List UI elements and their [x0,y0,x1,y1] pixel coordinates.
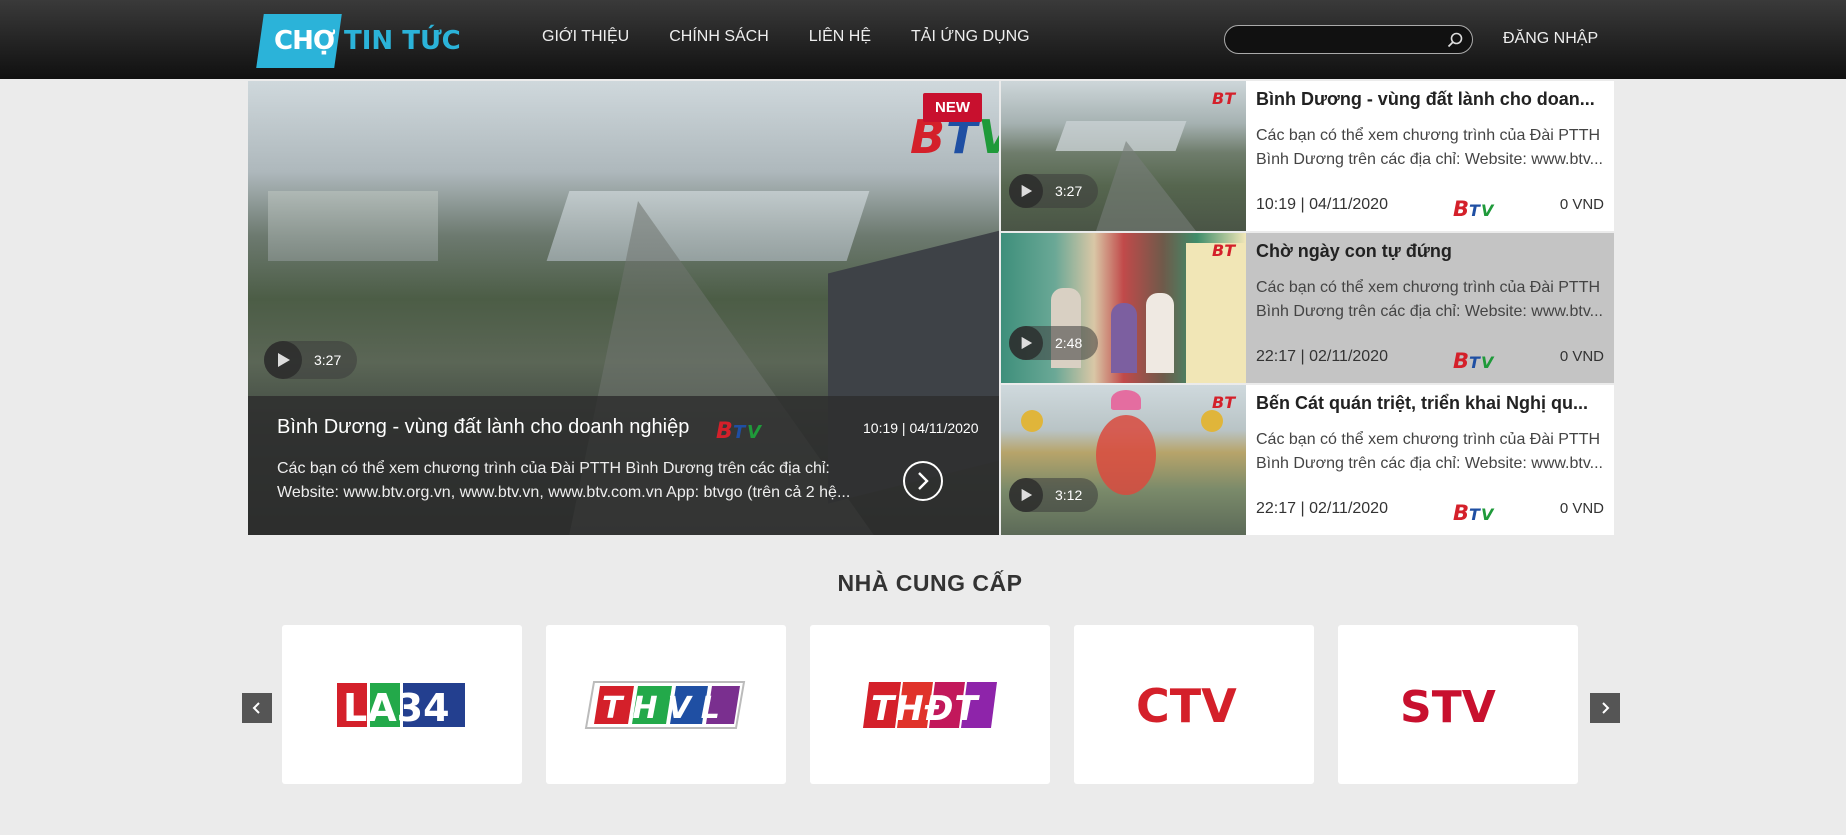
play-icon[interactable] [1009,174,1043,208]
la34-logo: LA34 [337,682,465,729]
svg-text:V: V [747,422,763,442]
nav-chinh-sach[interactable]: CHÍNH SÁCH [669,28,769,46]
thdt-logo: THĐT [862,681,997,729]
video-duration: 3:12 [1055,487,1083,503]
svg-text:V: V [1481,353,1495,372]
svg-text:V: V [1481,505,1495,524]
svg-text:BT: BT [1212,393,1236,411]
video-date: 22:17 | 02/11/2020 [1256,348,1388,365]
svg-text:BT: BT [1212,241,1236,259]
video-description: Các bạn có thể xem chương trình của Đài … [1256,431,1603,472]
stv-logo: STV [1400,682,1496,730]
main-nav: GIỚI THIỆU CHÍNH SÁCH LIÊN HỆ TẢI ỨNG DỤ… [542,28,1030,46]
svg-text:T: T [1469,201,1481,220]
btv-tag-icon: BT [1212,393,1236,411]
video-title[interactable]: Bến Cát quán triệt, triển khai Nghị qu..… [1256,393,1606,414]
svg-text:T: T [1469,353,1481,372]
btv-tag-icon: BT [1212,241,1236,259]
video-duration: 3:27 [1055,183,1083,199]
nav-tai-ung-dung[interactable]: TẢI ỨNG DỤNG [911,28,1030,46]
svg-text:LA34: LA34 [343,686,450,729]
logo-text-cho: CHỢ [274,26,336,56]
new-badge: NEW [923,93,982,122]
play-control[interactable]: 3:12 [1009,478,1099,512]
play-control[interactable]: 2:48 [1009,326,1099,360]
video-title[interactable]: Bình Dương - vùng đất lành cho doan... [1256,89,1606,110]
video-thumbnail[interactable]: BT 3:12 [1001,385,1246,535]
svg-text:T: T [1469,505,1481,524]
carousel-next-button[interactable] [1590,693,1620,723]
provider-card-stv[interactable]: STV [1338,625,1578,784]
top-header: CHỢ TIN TỨC GIỚI THIỆU CHÍNH SÁCH LIÊN H… [0,0,1846,79]
logo-text-rest: TIN TỨC [344,26,461,56]
ctv-logo: CTV [1136,680,1237,730]
play-icon[interactable] [264,341,302,379]
video-thumbnail[interactable]: BT 2:48 [1001,233,1246,383]
search-input[interactable] [1237,30,1437,50]
login-link[interactable]: ĐĂNG NHẬP [1503,30,1598,48]
svg-text:B: B [1453,501,1469,524]
next-slide-button[interactable] [903,461,943,501]
video-duration: 2:48 [1055,335,1083,351]
carousel-prev-button[interactable] [242,693,272,723]
video-price: 0 VND [1559,196,1604,213]
provider-card-thvl[interactable]: THVL [546,625,786,784]
hero-title[interactable]: Bình Dương - vùng đất lành cho doanh ngh… [277,416,689,439]
video-title[interactable]: Chờ ngày con tự đứng [1256,241,1606,262]
provider-card-la34[interactable]: LA34 [282,625,522,784]
hero-date: 10:19 | 04/11/2020 [863,420,979,436]
provider-card-ctv[interactable]: CTV [1074,625,1314,784]
video-description: Các bạn có thể xem chương trình của Đài … [1256,279,1603,320]
providers-title: NHÀ CUNG CẤP [837,570,1023,596]
svg-text:B: B [1453,197,1469,220]
btv-logo-icon: B T V [716,419,763,442]
nav-gioi-thieu[interactable]: GIỚI THIỆU [542,28,629,46]
svg-text:THVL: THVL [602,691,730,726]
play-icon[interactable] [1009,326,1043,360]
video-list: BT 3:27 Bình Dương - vùng đất lành cho d… [1001,81,1614,535]
video-price: 0 VND [1559,500,1604,517]
search-box [1224,25,1473,54]
site-logo[interactable]: CHỢ TIN TỨC [256,10,465,68]
svg-text:B: B [716,419,733,442]
video-date: 10:19 | 04/11/2020 [1256,196,1388,213]
svg-text:THĐT: THĐT [871,689,980,729]
search-icon[interactable] [1446,31,1464,49]
list-item[interactable]: BT 2:48 Chờ ngày con tự đứng Các bạn có … [1001,233,1614,383]
svg-text:STV: STV [1400,682,1496,730]
play-control[interactable]: 3:27 [1009,174,1099,208]
video-thumbnail[interactable]: BT 3:27 [1001,81,1246,231]
btv-logo-icon: B T V [1453,349,1495,372]
video-date: 22:17 | 02/11/2020 [1256,500,1388,517]
hero-caption: Bình Dương - vùng đất lành cho doanh ngh… [248,396,999,535]
featured-video[interactable]: B T V NEW 3:27 Bình Dương - vùng đất làn… [248,81,999,535]
svg-text:B: B [1453,349,1469,372]
play-icon[interactable] [1009,478,1043,512]
btv-logo-icon: B T V [1453,197,1495,220]
svg-text:BT: BT [1212,89,1236,107]
chevron-right-icon [918,472,929,490]
hero-duration: 3:27 [314,352,342,368]
btv-logo-icon: B T V [1453,501,1495,524]
svg-text:V: V [1481,201,1495,220]
list-item[interactable]: BT 3:12 Bến Cát quán triệt, triển khai N… [1001,385,1614,535]
provider-card-thdt[interactable]: THĐT [810,625,1050,784]
nav-lien-he[interactable]: LIÊN HỆ [809,28,871,46]
video-price: 0 VND [1559,348,1604,365]
chevron-right-icon [1602,702,1610,714]
list-item[interactable]: BT 3:27 Bình Dương - vùng đất lành cho d… [1001,81,1614,231]
hero-play-control[interactable]: 3:27 [264,341,358,379]
chevron-left-icon [252,702,260,714]
btv-tag-icon: BT [1212,89,1236,107]
svg-text:T: T [733,422,747,442]
hero-description: Các bạn có thể xem chương trình của Đài … [277,460,851,501]
video-description: Các bạn có thể xem chương trình của Đài … [1256,127,1603,168]
thvl-logo: THVL [584,680,745,729]
svg-text:CTV: CTV [1136,680,1237,730]
hero-image-building [268,191,438,261]
